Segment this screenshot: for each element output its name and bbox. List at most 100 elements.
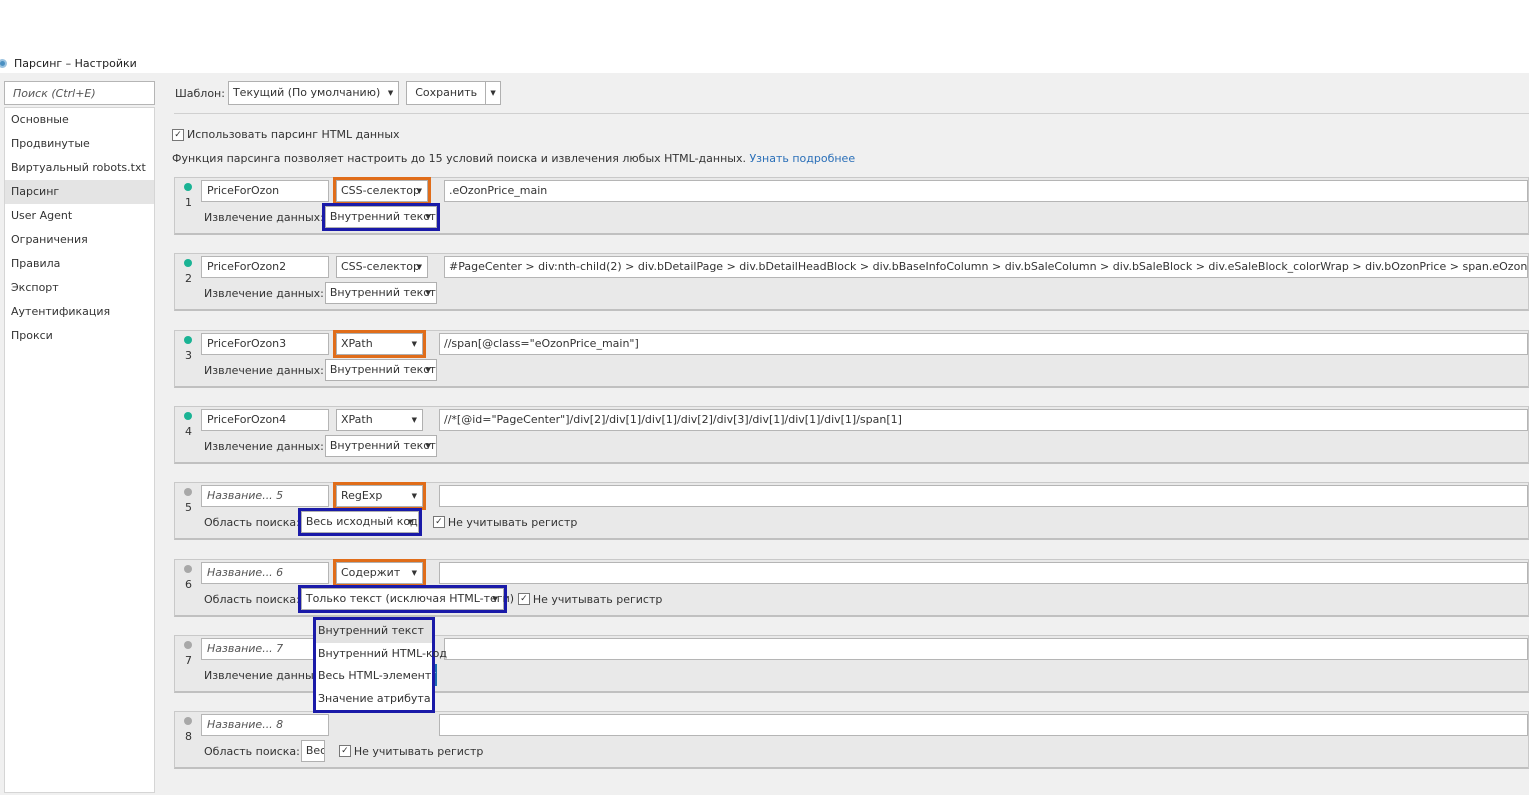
rule-index: 3 xyxy=(185,349,192,362)
chevron-down-icon: ▼ xyxy=(387,89,394,97)
app-icon xyxy=(0,58,7,68)
rule-value-input[interactable]: #PageCenter > div:nth-child(2) > div.bDe… xyxy=(444,256,1528,278)
sidebar-item-advanced[interactable]: Продвинутые xyxy=(5,132,154,156)
rule-value-input[interactable]: //span[@class="eOzonPrice_main"] xyxy=(439,333,1528,355)
ignore-case-checkbox[interactable]: ✓ xyxy=(517,593,530,605)
rule-type-select[interactable]: RegExp ▼ xyxy=(333,482,426,510)
rule-row2: Область поиска: Вес ✓ Не учитывать регистр xyxy=(204,739,483,763)
rule-index: 1 xyxy=(185,196,192,209)
main-content: Шаблон: Текущий (По умолчанию) ▼ Сохрани… xyxy=(164,73,1529,795)
use-html-parsing-checkbox[interactable]: ✓ xyxy=(172,128,184,141)
sidebar-item-rules[interactable]: Правила xyxy=(5,252,154,276)
sidebar-item-basic[interactable]: Основные xyxy=(5,108,154,132)
use-html-parsing-row: ✓ Использовать парсинг HTML данных xyxy=(172,128,400,141)
rule-row2: Извлечение данных:Внутренний текст▼ xyxy=(204,434,437,458)
sidebar: Поиск (Ctrl+E) Основные Продвинутые Вирт… xyxy=(4,81,156,795)
ignore-case-option: ✓ Не учитывать регистр xyxy=(517,592,663,606)
dropdown-option-whole-element[interactable]: Весь HTML-элемент xyxy=(316,665,432,688)
extract-label: Извлечение данных: xyxy=(204,210,324,224)
status-dot-icon[interactable] xyxy=(184,259,192,267)
extract-select[interactable]: Внутренний текст▼ xyxy=(321,203,440,231)
search-input[interactable]: Поиск (Ctrl+E) xyxy=(4,81,155,105)
ignore-case-checkbox[interactable]: ✓ xyxy=(432,516,445,528)
rule-index: 6 xyxy=(185,578,192,591)
search-area-select[interactable]: Только текст (исключая HTML-теги) ▼ xyxy=(297,585,514,613)
rule-row2: Область поиска: Весь исходный код ▼ ✓ Не учи… xyxy=(204,508,577,536)
rule-name-input[interactable]: Название... 6 xyxy=(201,562,329,584)
extract-label: Извлечение данных: xyxy=(204,363,324,377)
rule-panel: 2 PriceForOzon2 CSS-селектор ▼ #PageCenter >… xyxy=(174,253,1529,311)
status-dot-icon[interactable] xyxy=(184,336,192,344)
sidebar-item-auth[interactable]: Аутентификация xyxy=(5,300,154,324)
sidebar-item-virtual-robots[interactable]: Виртуальный robots.txt xyxy=(5,156,154,180)
template-select[interactable]: Текущий (По умолчанию) ▼ xyxy=(227,81,400,105)
select-value: Внутренний текст xyxy=(329,286,436,299)
status-dot-icon[interactable] xyxy=(184,488,192,496)
chevron-down-icon: ▼ xyxy=(411,416,417,424)
sidebar-item-limits[interactable]: Ограничения xyxy=(5,228,154,252)
rule-panel: 3 PriceForOzon3 XPath ▼ //span[@class="eOzon… xyxy=(174,330,1529,388)
rule-type-value: Содержит xyxy=(341,566,401,579)
info-text: Функция парсинга позволяет настроить до … xyxy=(172,152,746,165)
rule-row2: Извлечение данных:Внутренний текст▼ xyxy=(204,358,437,382)
rule-name-input[interactable]: PriceForOzon3 xyxy=(201,333,329,355)
rule-row2: Область поиска: Только текст (исключая HT… xyxy=(204,585,663,613)
chevron-down-icon: ▼ xyxy=(416,263,422,271)
dropdown-option-inner-html[interactable]: Внутренний HTML-код xyxy=(316,643,447,666)
sidebar-item-proxy[interactable]: Прокси xyxy=(5,324,154,348)
sidebar-item-export[interactable]: Экспорт xyxy=(5,276,154,300)
status-dot-icon[interactable] xyxy=(184,565,192,573)
rule-name-input[interactable]: PriceForOzon xyxy=(201,180,329,202)
rule-type-select[interactable]: CSS-селектор▼ xyxy=(333,177,431,205)
rule-type-select[interactable]: CSS-селектор▼ xyxy=(336,256,428,278)
status-dot-icon[interactable] xyxy=(184,641,192,649)
rule-name-input[interactable]: PriceForOzon4 xyxy=(201,409,329,431)
rule-value-input[interactable]: .eOzonPrice_main xyxy=(444,180,1528,202)
use-html-parsing-label: Использовать парсинг HTML данных xyxy=(187,128,400,141)
rule-value-input[interactable] xyxy=(439,714,1528,736)
rule-index: 7 xyxy=(185,654,192,667)
rule-type-value: CSS-селектор xyxy=(341,260,420,273)
chevron-down-icon: ▼ xyxy=(416,187,422,195)
learn-more-link[interactable]: Узнать подробнее xyxy=(749,152,855,165)
save-button[interactable]: Сохранить ▼ xyxy=(406,81,502,105)
extract-select[interactable]: Внутренний текст▼ xyxy=(324,435,437,457)
status-dot-icon[interactable] xyxy=(184,183,192,191)
rule-value-input[interactable]: //*[@id="PageCenter"]/div[2]/div[1]/div[… xyxy=(439,409,1528,431)
rule-index: 2 xyxy=(185,272,192,285)
rule-value-input[interactable] xyxy=(439,485,1528,507)
rule-type-value: XPath xyxy=(341,337,373,350)
chevron-down-icon: ▼ xyxy=(425,289,431,297)
chevron-down-icon: ▼ xyxy=(411,569,417,577)
rule-name-input[interactable]: Название... 8 xyxy=(201,714,329,736)
rule-index: 8 xyxy=(185,730,192,743)
rule-name-input[interactable]: Название... 5 xyxy=(201,485,329,507)
extract-label: Извлечение данных: xyxy=(204,286,324,300)
ignore-case-label: Не учитывать регистр xyxy=(532,592,663,606)
rule-type-value: XPath xyxy=(341,413,373,426)
status-dot-icon[interactable] xyxy=(184,717,192,725)
dropdown-option-inner-text[interactable]: Внутренний текст xyxy=(316,620,432,643)
rule-type-select[interactable]: XPath ▼ xyxy=(333,330,426,358)
rule-type-select[interactable]: Содержит ▼ xyxy=(333,559,426,587)
sidebar-item-user-agent[interactable]: User Agent xyxy=(5,204,154,228)
rule-type-value: RegExp xyxy=(341,489,383,502)
chevron-down-icon: ▼ xyxy=(407,518,413,526)
sidebar-item-parsing[interactable]: Парсинг xyxy=(5,180,154,204)
chevron-down-icon[interactable]: ▼ xyxy=(486,89,500,97)
rule-name-input[interactable]: Название... 7 xyxy=(201,638,329,660)
extract-select[interactable]: Внутренний текст▼ xyxy=(324,282,437,304)
extract-label: Извлечение данных: xyxy=(204,668,324,682)
rule-type-value: CSS-селектор xyxy=(341,184,420,197)
rule-value-input[interactable] xyxy=(439,562,1528,584)
search-area-select[interactable]: Вес xyxy=(300,740,325,762)
rule-value-input[interactable] xyxy=(444,638,1528,660)
ignore-case-checkbox[interactable]: ✓ xyxy=(338,745,351,757)
dropdown-option-attribute-value[interactable]: Значение атрибута xyxy=(316,688,432,711)
extract-select[interactable]: Внутренний текст▼ xyxy=(324,359,437,381)
search-area-select[interactable]: Весь исходный код ▼ xyxy=(297,508,422,536)
rule-type-select[interactable]: XPath ▼ xyxy=(336,409,423,431)
rule-name-input[interactable]: PriceForOzon2 xyxy=(201,256,329,278)
extract-dropdown-menu: Внутренний текст Внутренний HTML-код Вес… xyxy=(313,617,447,713)
status-dot-icon[interactable] xyxy=(184,412,192,420)
